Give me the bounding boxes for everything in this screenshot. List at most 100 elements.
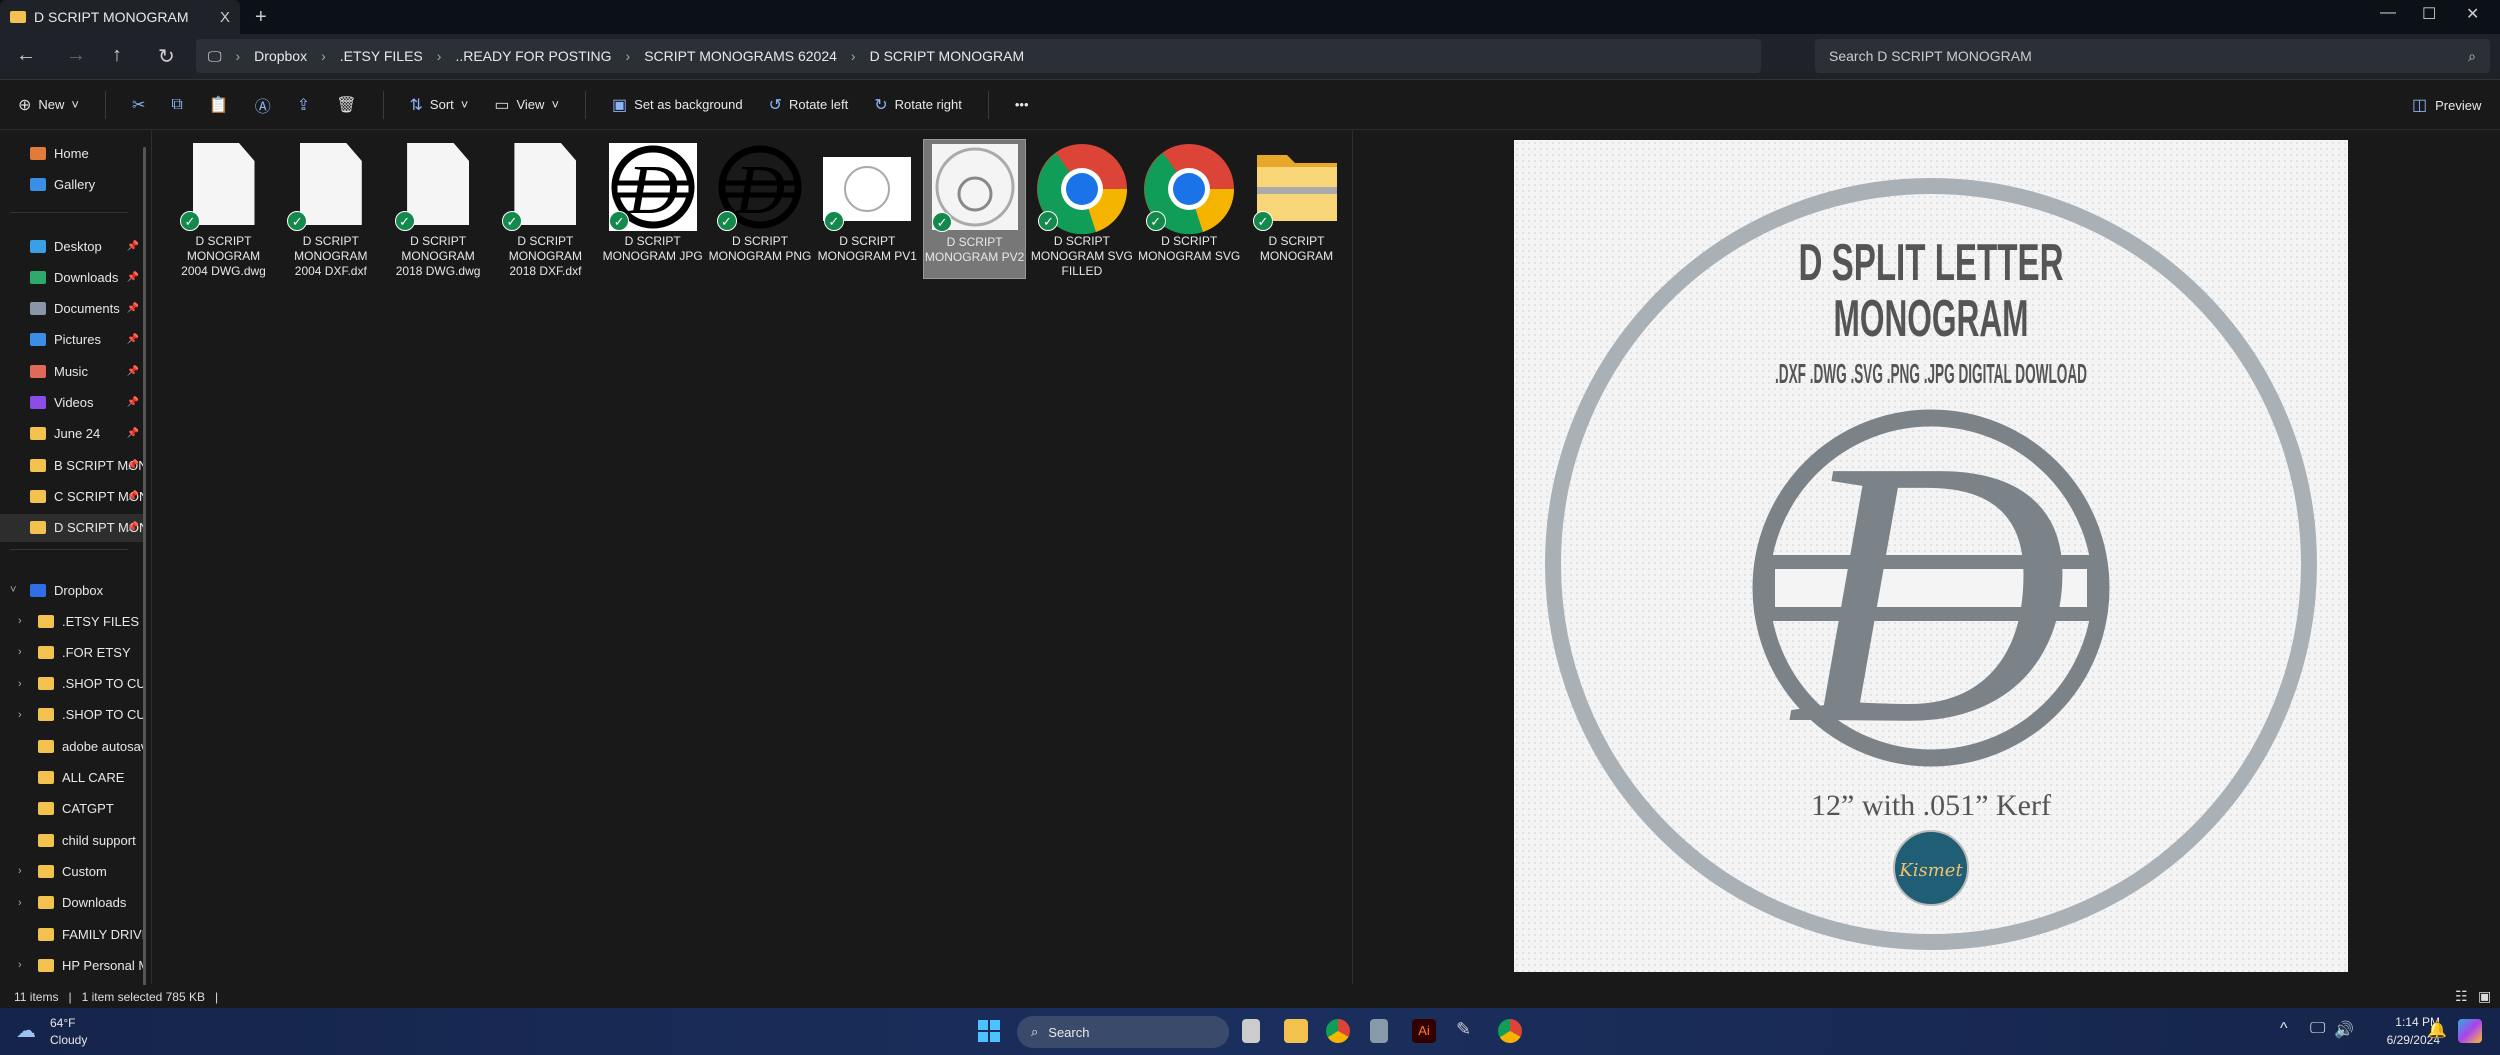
sidebar-item[interactable]: FAMILY DRIVE — [0, 920, 145, 948]
sidebar-item[interactable]: › Downloads — [0, 889, 145, 917]
breadcrumb-item[interactable]: .ETSY FILES — [340, 48, 423, 64]
preview-toggle-button[interactable]: ◫ Preview — [2412, 95, 2481, 115]
weather-condition[interactable]: Cloudy — [50, 1033, 87, 1047]
pen-tool-icon[interactable]: ✎ — [1456, 1019, 1480, 1043]
tiles-view-button[interactable]: ▣ — [2478, 988, 2491, 1005]
taskbar-search[interactable]: ⌕ Search — [1017, 1016, 1229, 1048]
notification-bell-icon[interactable]: 🔔 — [2427, 1020, 2447, 1040]
sidebar-item[interactable]: › .SHOP TO CUT — [0, 701, 145, 729]
file-item[interactable]: ✓ D SCRIPT MONOGRAM 2004 DXF.dxf — [279, 139, 382, 279]
file-name: D SCRIPT MONOGRAM 2018 DWG.dwg — [395, 234, 481, 278]
sidebar-item[interactable]: ˅ Dropbox — [0, 576, 145, 604]
expand-chevron-icon[interactable]: ˅ — [10, 584, 16, 596]
sidebar-item[interactable]: C SCRIPT MONOGRAM📌 — [0, 482, 145, 510]
sidebar-item[interactable]: › .ETSY FILES — [0, 607, 145, 635]
expand-chevron-icon[interactable]: › — [18, 646, 22, 658]
start-button[interactable] — [978, 1020, 1000, 1042]
sidebar-item[interactable]: › .SHOP TO CUT — [0, 670, 145, 698]
temperature[interactable]: 64°F — [50, 1016, 75, 1030]
new-tab-button[interactable]: + — [255, 6, 267, 29]
forward-button[interactable]: → — [66, 44, 86, 67]
sidebar-item[interactable]: Gallery — [0, 170, 145, 198]
sidebar-item[interactable]: Documents 📌 — [0, 295, 145, 323]
expand-chevron-icon[interactable]: › — [18, 678, 22, 690]
close-tab-button[interactable]: X — [220, 9, 230, 26]
sidebar-item[interactable]: CATGPT — [0, 795, 145, 823]
sidebar-item[interactable]: D SCRIPT MONOGRAM📌 — [0, 513, 145, 542]
file-item[interactable]: ✓ D SCRIPT MONOGRAM 2018 DWG.dwg — [387, 139, 490, 279]
sidebar-item[interactable]: › HP Personal M — [0, 951, 145, 979]
breadcrumb-item[interactable]: D SCRIPT MONOGRAM — [870, 48, 1025, 64]
sidebar-item[interactable]: Downloads 📌 — [0, 263, 145, 291]
tab-d-script-monogram[interactable]: D SCRIPT MONOGRAM X — [0, 0, 240, 34]
cut-button[interactable]: ✂ — [132, 95, 145, 115]
back-button[interactable]: ← — [16, 44, 36, 67]
calculator-icon[interactable] — [1370, 1019, 1388, 1043]
sort-button[interactable]: ⇅ Sort ˅ — [410, 95, 469, 115]
chrome-icon[interactable] — [1326, 1019, 1350, 1043]
expand-chevron-icon[interactable]: › — [18, 959, 22, 971]
new-button[interactable]: ⊕ New ˅ — [18, 95, 79, 115]
breadcrumb-item[interactable]: ..READY FOR POSTING — [455, 48, 611, 64]
breadcrumb[interactable]: 🖵 › Dropbox › .ETSY FILES › ..READY FOR POS… — [196, 39, 1761, 73]
file-item[interactable]: ✓ D SCRIPT MONOGRAM PV1 — [816, 139, 919, 279]
sidebar-item[interactable]: child support — [0, 826, 145, 854]
expand-chevron-icon[interactable]: › — [18, 865, 22, 877]
sidebar-item[interactable]: Music 📌 — [0, 357, 145, 385]
sidebar-item[interactable]: Desktop 📌 — [0, 232, 145, 260]
file-item[interactable]: ✓ D SCRIPT MONOGRAM SVG — [1138, 139, 1241, 279]
view-button[interactable]: ▭ View ˅ — [494, 95, 559, 115]
volume-icon[interactable]: 🔊 — [2334, 1020, 2354, 1040]
set-background-button[interactable]: ▣ Set as background — [612, 95, 743, 115]
breadcrumb-item[interactable]: Dropbox — [254, 48, 307, 64]
folder-icon — [38, 771, 54, 784]
file-item[interactable]: ✓ D SCRIPT MONOGRAM — [1245, 139, 1348, 279]
task-view-icon[interactable] — [1242, 1019, 1260, 1043]
more-options-button[interactable]: ••• — [1015, 97, 1029, 112]
sidebar-item[interactable]: Pictures 📌 — [0, 326, 145, 354]
file-item[interactable]: D ✓ D SCRIPT MONOGRAM JPG — [601, 139, 704, 279]
close-window-button[interactable]: ✕ — [2466, 4, 2479, 24]
copy-button[interactable]: ⧉ — [171, 96, 182, 114]
file-item[interactable]: ✓ D SCRIPT MONOGRAM SVG FILLED — [1030, 139, 1133, 279]
network-icon[interactable]: 🖵 — [2310, 1020, 2325, 1038]
minimize-button[interactable]: — — [2380, 4, 2396, 22]
file-explorer-icon[interactable] — [1284, 1019, 1308, 1043]
sidebar-item-label: Videos — [54, 395, 94, 410]
file-item[interactable]: D ✓ D SCRIPT MONOGRAM PNG — [709, 139, 812, 279]
copilot-icon[interactable] — [2458, 1019, 2482, 1043]
sidebar-scrollbar[interactable] — [143, 147, 146, 987]
rename-button[interactable]: Ⓐ — [255, 93, 271, 117]
expand-chevron-icon[interactable]: › — [18, 709, 22, 721]
illustrator-icon[interactable]: Ai — [1412, 1019, 1436, 1043]
delete-button[interactable]: 🗑 — [336, 95, 356, 115]
sidebar-item[interactable]: June 24 📌 — [0, 420, 145, 448]
sidebar-item[interactable]: B SCRIPT MONOGRAM📌 — [0, 451, 145, 479]
expand-chevron-icon[interactable]: › — [18, 615, 22, 627]
show-hidden-icons-button[interactable]: ^ — [2280, 1020, 2288, 1038]
sidebar-item[interactable]: Home — [0, 139, 145, 167]
rotate-right-button[interactable]: ↻ Rotate right — [874, 95, 962, 115]
sidebar-item[interactable]: › .FOR ETSY — [0, 638, 145, 666]
folder-icon — [38, 833, 54, 847]
file-item[interactable]: ✓ D SCRIPT MONOGRAM 2004 DWG.dwg — [172, 139, 275, 279]
details-view-button[interactable]: ☷ — [2455, 988, 2468, 1005]
refresh-button[interactable]: ↻ — [158, 44, 175, 69]
file-item[interactable]: ✓ D SCRIPT MONOGRAM 2018 DXF.dxf — [494, 139, 597, 279]
rotate-left-button[interactable]: ↺ Rotate left — [769, 95, 849, 115]
up-button[interactable]: ↑ — [112, 44, 122, 67]
expand-chevron-icon[interactable]: › — [18, 897, 22, 909]
search-input[interactable]: Search D SCRIPT MONOGRAM ⌕ — [1815, 39, 2490, 73]
file-item[interactable]: ✓ D SCRIPT MONOGRAM PV2 — [923, 139, 1027, 279]
chrome-profile-icon[interactable] — [1498, 1019, 1522, 1043]
sidebar-item[interactable]: › Custom — [0, 857, 145, 885]
sidebar-item[interactable]: Videos 📌 — [0, 389, 145, 417]
sidebar-item[interactable]: adobe autosave — [0, 732, 145, 760]
command-bar: ⊕ New ˅ ✂ ⧉ 📋 Ⓐ ⇪ 🗑 ⇅ Sort ˅ ▭ View ˅ ▣ Set … — [0, 80, 2500, 130]
breadcrumb-item[interactable]: SCRIPT MONOGRAMS 62024 — [644, 48, 837, 64]
maximize-button[interactable]: ☐ — [2422, 4, 2436, 24]
share-button[interactable]: ⇪ — [297, 95, 310, 115]
sidebar-item[interactable]: ALL CARE — [0, 764, 145, 792]
paste-button[interactable]: 📋 — [209, 95, 229, 115]
weather-icon: ☁ — [16, 1020, 36, 1042]
